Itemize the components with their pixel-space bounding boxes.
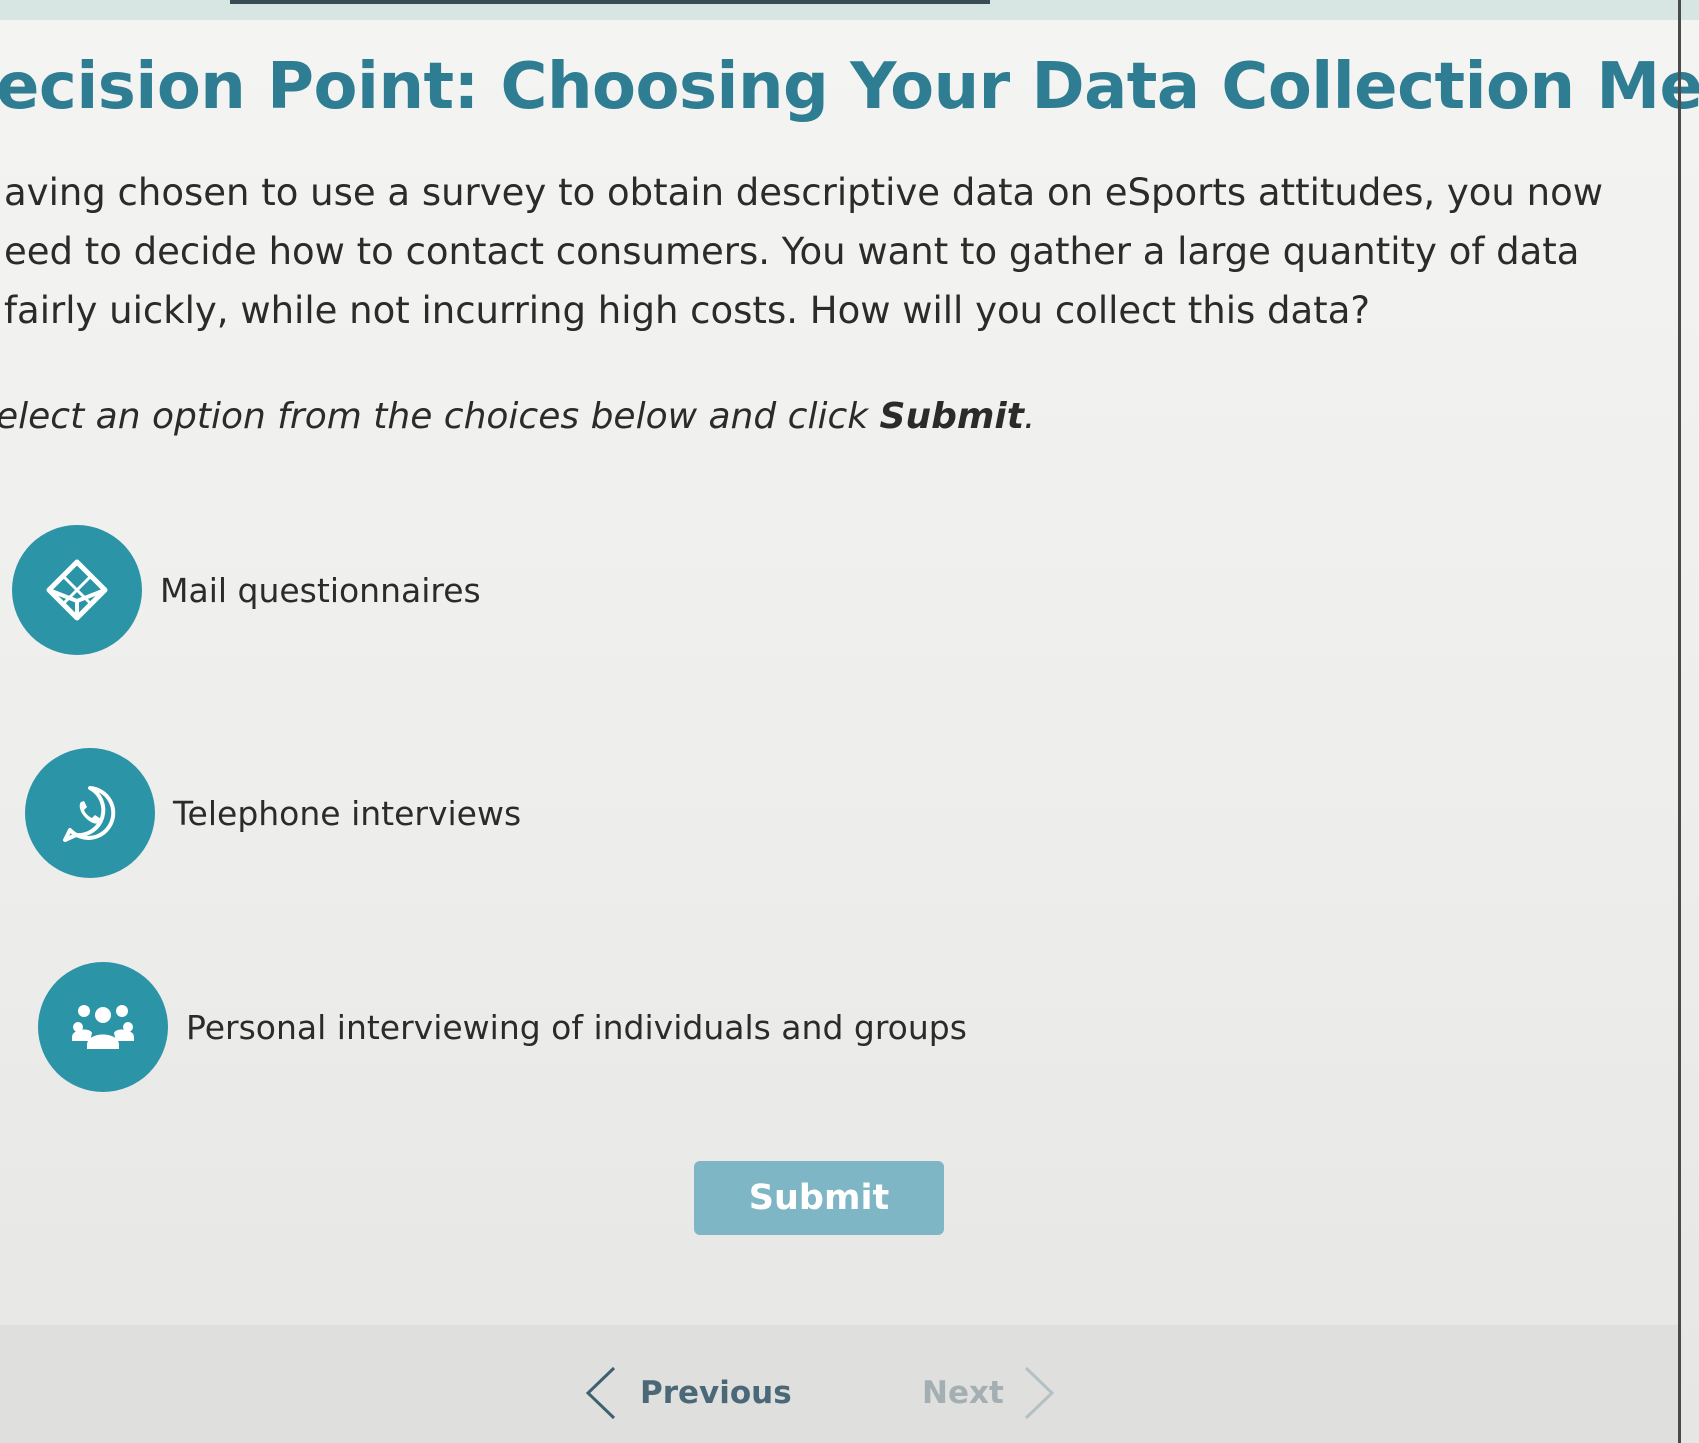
chevron-left-icon <box>585 1366 616 1420</box>
previous-label: Previous <box>640 1375 792 1411</box>
submit-button[interactable]: Submit <box>694 1161 944 1235</box>
phone-icon[interactable] <box>25 748 155 878</box>
box-icon[interactable] <box>12 525 142 655</box>
option-label: Mail questionnaires <box>160 570 481 610</box>
screen-edge-divider <box>1678 0 1681 1443</box>
page: ecision Point: Choosing Your Data Collec… <box>0 0 1699 1443</box>
instruction-text: elect an option from the choices below a… <box>0 396 1035 437</box>
instruction-bold: Submit <box>879 396 1024 437</box>
option-personal-interviewing[interactable]: Personal interviewing of individuals and… <box>38 962 967 1092</box>
group-icon-svg <box>72 1005 134 1049</box>
main-content: ecision Point: Choosing Your Data Collec… <box>0 0 1699 1325</box>
page-title: ecision Point: Choosing Your Data Collec… <box>0 50 1699 124</box>
next-label: Next <box>922 1375 1004 1411</box>
footer-nav-bar <box>0 1325 1680 1443</box>
option-label: Personal interviewing of individuals and… <box>186 1007 967 1047</box>
option-mail-questionnaires[interactable]: Mail questionnaires <box>12 525 481 655</box>
chevron-right-icon <box>1024 1366 1054 1420</box>
instruction-prefix: elect an option from the choices below a… <box>0 396 880 437</box>
option-label: Telephone interviews <box>173 793 522 833</box>
phone-icon-svg <box>63 786 116 842</box>
group-icon[interactable] <box>38 962 168 1092</box>
intro-text: aving chosen to use a survey to obtain d… <box>4 171 1603 332</box>
instruction-suffix: . <box>1023 396 1036 437</box>
option-telephone-interviews[interactable]: Telephone interviews <box>25 748 521 878</box>
box-icon-svg <box>46 559 108 621</box>
next-button[interactable]: Next <box>922 1365 1056 1421</box>
previous-button[interactable]: Previous <box>584 1365 792 1421</box>
